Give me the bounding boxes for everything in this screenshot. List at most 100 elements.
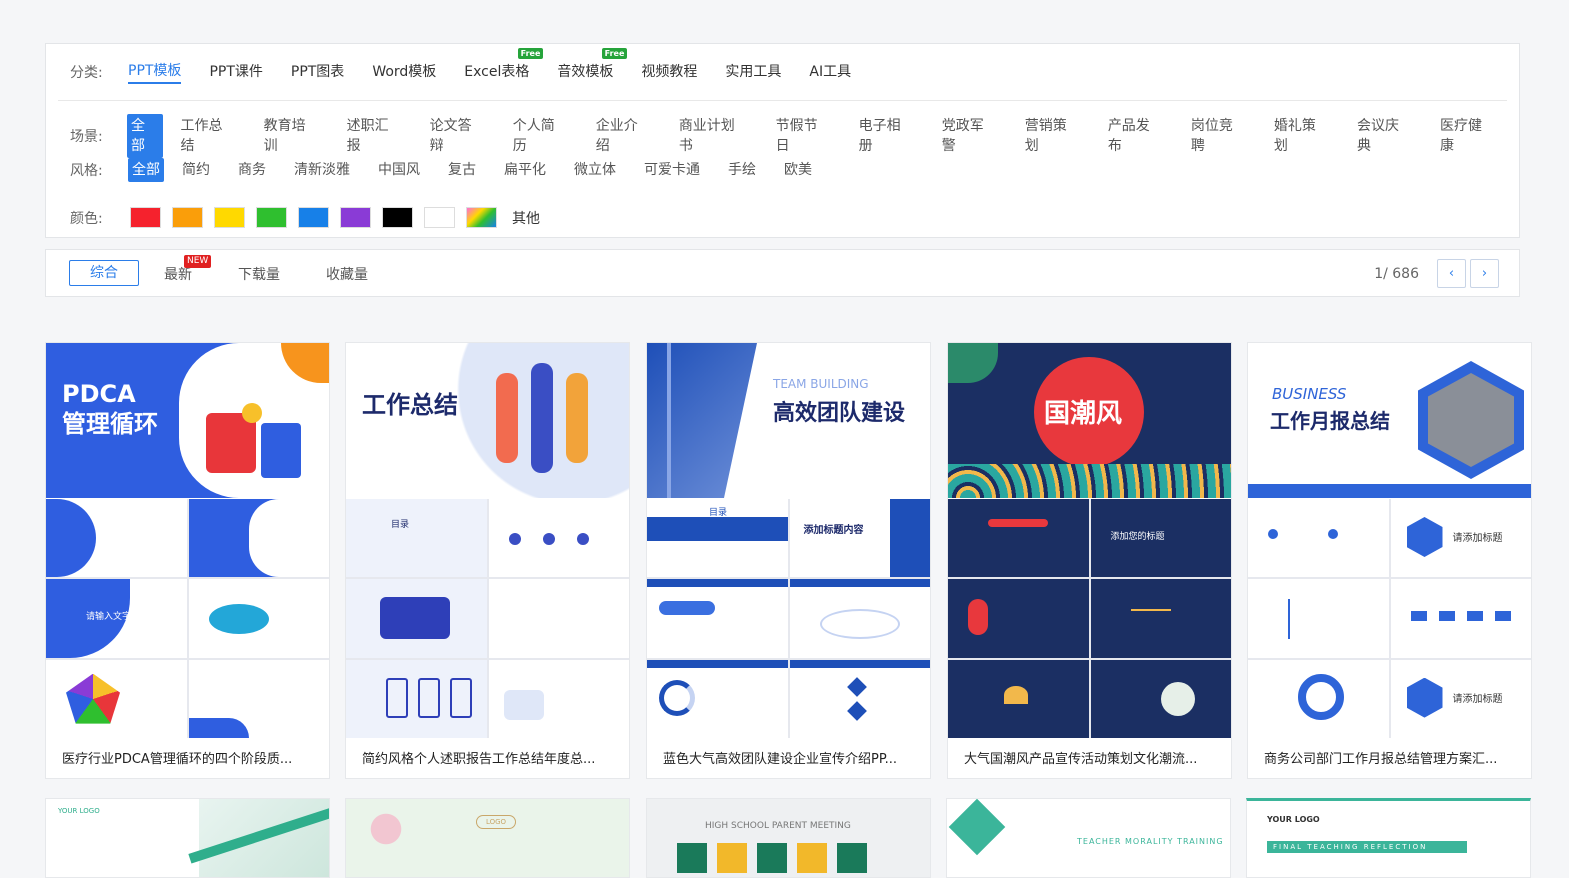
chevron-left-icon: ‹ [1448, 266, 1455, 281]
category-video[interactable]: 视频教程 [641, 61, 697, 83]
scene-tag[interactable]: 教育培训 [260, 114, 323, 158]
scene-tag[interactable]: 岗位竞聘 [1187, 114, 1250, 158]
scene-tag[interactable]: 节假节日 [772, 114, 835, 158]
scene-tag[interactable]: 企业介绍 [592, 114, 655, 158]
template-thumbnail[interactable]: TEAM BUILDING 高效团队建设 目录 添加标题内容 [647, 343, 930, 738]
sort-newest[interactable]: 最新 NEW [164, 255, 212, 284]
slide-previews: 目录 添加标题内容 [647, 499, 930, 738]
sort-downloads[interactable]: 下载量 [238, 264, 280, 284]
cover-text: LOGO [476, 815, 516, 829]
style-tag[interactable]: 可爱卡通 [640, 158, 704, 182]
color-swatch[interactable] [214, 207, 245, 228]
scene-tag[interactable]: 婚礼策划 [1270, 114, 1333, 158]
style-label: 风格: [70, 163, 103, 179]
scene-tag[interactable]: 产品发布 [1104, 114, 1167, 158]
color-swatch[interactable] [424, 207, 455, 228]
category-ppt-courseware[interactable]: PPT课件 [209, 61, 262, 83]
template-title[interactable]: 商务公司部门工作月报总结管理方案汇... [1264, 748, 1520, 767]
category-excel-label: Excel表格 [464, 64, 530, 80]
slide-text: 请添加标题 [1452, 533, 1503, 544]
scene-tag[interactable]: 医疗健康 [1436, 114, 1499, 158]
template-thumbnail[interactable]: 国潮风 添加您的标题 [948, 343, 1231, 738]
template-card[interactable]: TEACHER MORALITY TRAINING [946, 798, 1231, 878]
category-audio-label: 音效模板 [557, 64, 614, 80]
category-audio[interactable]: 音效模板 Free [557, 48, 628, 83]
template-title[interactable]: 医疗行业PDCA管理循环的四个阶段质... [62, 748, 318, 767]
slide-previews: 请添加标题 请添加标题 [1248, 499, 1531, 738]
category-excel[interactable]: Excel表格 Free [464, 48, 544, 83]
scene-tag[interactable]: 商业计划书 [675, 114, 752, 158]
template-card[interactable]: YOUR LOGO FINAL TEACHING REFLECTION [1246, 798, 1531, 878]
slide-text: 目录 [391, 520, 410, 530]
template-title[interactable]: 大气国潮风产品宣传活动策划文化潮流... [964, 748, 1220, 767]
sort-newest-label: 最新 [164, 267, 192, 283]
pagination: 1/ 686 ‹ › [1374, 259, 1499, 288]
scene-row: 场景: 全部 工作总结 教育培训 述职汇报 论文答辩 个人简历 企业介绍 商业计划书 节假节日电… [70, 114, 1519, 158]
style-tag[interactable]: 清新淡雅 [290, 158, 354, 182]
template-card[interactable]: LOGO [345, 798, 630, 878]
color-swatch[interactable] [172, 207, 203, 228]
template-thumbnail[interactable]: 工作总结 目录 [346, 343, 629, 738]
category-row: 分类: PPT模板 PPT课件 PPT图表 Word模板 Excel表格 Free… [70, 48, 879, 84]
scene-tag[interactable]: 述职汇报 [343, 114, 406, 158]
slide-text: 目录 [709, 508, 728, 518]
scene-tag[interactable]: 会议庆典 [1353, 114, 1416, 158]
template-thumbnail[interactable]: PDCA 管理循环 请输入文字内容 [46, 343, 329, 738]
color-swatch[interactable] [256, 207, 287, 228]
template-card[interactable]: BUSINESS 工作月报总结 请添加标题 请添加标题 商务公司部门工作月报总结… [1247, 342, 1532, 779]
category-ppt-chart[interactable]: PPT图表 [291, 61, 344, 83]
style-tag[interactable]: 微立体 [570, 158, 620, 182]
template-card[interactable]: HIGH SCHOOL PARENT MEETING [646, 798, 931, 878]
template-card[interactable]: 工作总结 目录 简约风格个人述职报告工作总结年度总... [345, 342, 630, 779]
cover-title: 高效团队建设 [773, 401, 906, 426]
next-page-button[interactable]: › [1470, 259, 1499, 288]
cover-text: FINAL TEACHING REFLECTION [1267, 841, 1467, 853]
color-other[interactable]: 其他 [512, 208, 540, 228]
style-tag[interactable]: 复古 [444, 158, 480, 182]
scene-tag[interactable]: 营销策划 [1021, 114, 1084, 158]
color-label: 颜色: [70, 210, 103, 227]
color-swatch[interactable] [382, 207, 413, 228]
color-swatch[interactable] [466, 207, 497, 228]
cover-title: 国潮风 [1044, 399, 1123, 429]
template-title[interactable]: 简约风格个人述职报告工作总结年度总... [362, 748, 618, 767]
cover-title: PDCA 管理循环 [62, 380, 158, 438]
style-tag[interactable]: 商务 [234, 158, 270, 182]
category-tools[interactable]: 实用工具 [725, 61, 781, 83]
scene-tag[interactable]: 论文答辩 [426, 114, 489, 158]
template-title[interactable]: 蓝色大气高效团队建设企业宣传介绍PP... [663, 748, 919, 767]
sort-comprehensive[interactable]: 综合 [69, 260, 139, 286]
sort-favorites[interactable]: 收藏量 [326, 264, 368, 284]
scene-tag[interactable]: 电子相册 [855, 114, 918, 158]
template-card[interactable]: 国潮风 添加您的标题 大气国潮风产品宣传活动策划文化潮流... [947, 342, 1232, 779]
template-thumbnail[interactable]: BUSINESS 工作月报总结 请添加标题 请添加标题 [1248, 343, 1531, 738]
scene-tag[interactable]: 党政军警 [938, 114, 1001, 158]
color-swatch[interactable] [340, 207, 371, 228]
scene-tag[interactable]: 工作总结 [177, 114, 240, 158]
category-ai-tools[interactable]: AI工具 [809, 61, 851, 83]
cover-subtitle: BUSINESS [1272, 385, 1347, 403]
scene-tag[interactable]: 个人简历 [509, 114, 572, 158]
scene-tag[interactable]: 全部 [127, 114, 163, 158]
cover-title: 工作总结 [362, 391, 458, 419]
template-card[interactable]: PDCA 管理循环 请输入文字内容 医疗行业PDCA管理循环的四个阶段质... [45, 342, 330, 779]
prev-page-button[interactable]: ‹ [1437, 259, 1466, 288]
style-tag[interactable]: 欧美 [780, 158, 816, 182]
style-tag[interactable]: 扁平化 [500, 158, 550, 182]
cover-image: PDCA 管理循环 [46, 343, 329, 498]
cover-text: HIGH SCHOOL PARENT MEETING [705, 821, 851, 831]
slide-text: 添加您的标题 [1110, 532, 1165, 542]
color-swatch[interactable] [130, 207, 161, 228]
style-tag[interactable]: 全部 [128, 158, 164, 182]
color-swatch[interactable] [298, 207, 329, 228]
template-card[interactable]: YOUR LOGO [45, 798, 330, 878]
style-row: 风格: 全部 简约 商务 清新淡雅 中国风 复古 扁平化 微立体 可爱卡通 手绘 欧美 [70, 158, 836, 182]
cover-text: TEACHER MORALITY TRAINING [1077, 837, 1224, 846]
category-word-template[interactable]: Word模板 [372, 61, 436, 83]
style-tag[interactable]: 中国风 [374, 158, 424, 182]
style-tag[interactable]: 简约 [178, 158, 214, 182]
style-tag[interactable]: 手绘 [724, 158, 760, 182]
cover-image: 国潮风 [948, 343, 1231, 498]
template-card[interactable]: TEAM BUILDING 高效团队建设 目录 添加标题内容 蓝色大气高效团队建… [646, 342, 931, 779]
category-ppt-template[interactable]: PPT模板 [128, 60, 182, 84]
